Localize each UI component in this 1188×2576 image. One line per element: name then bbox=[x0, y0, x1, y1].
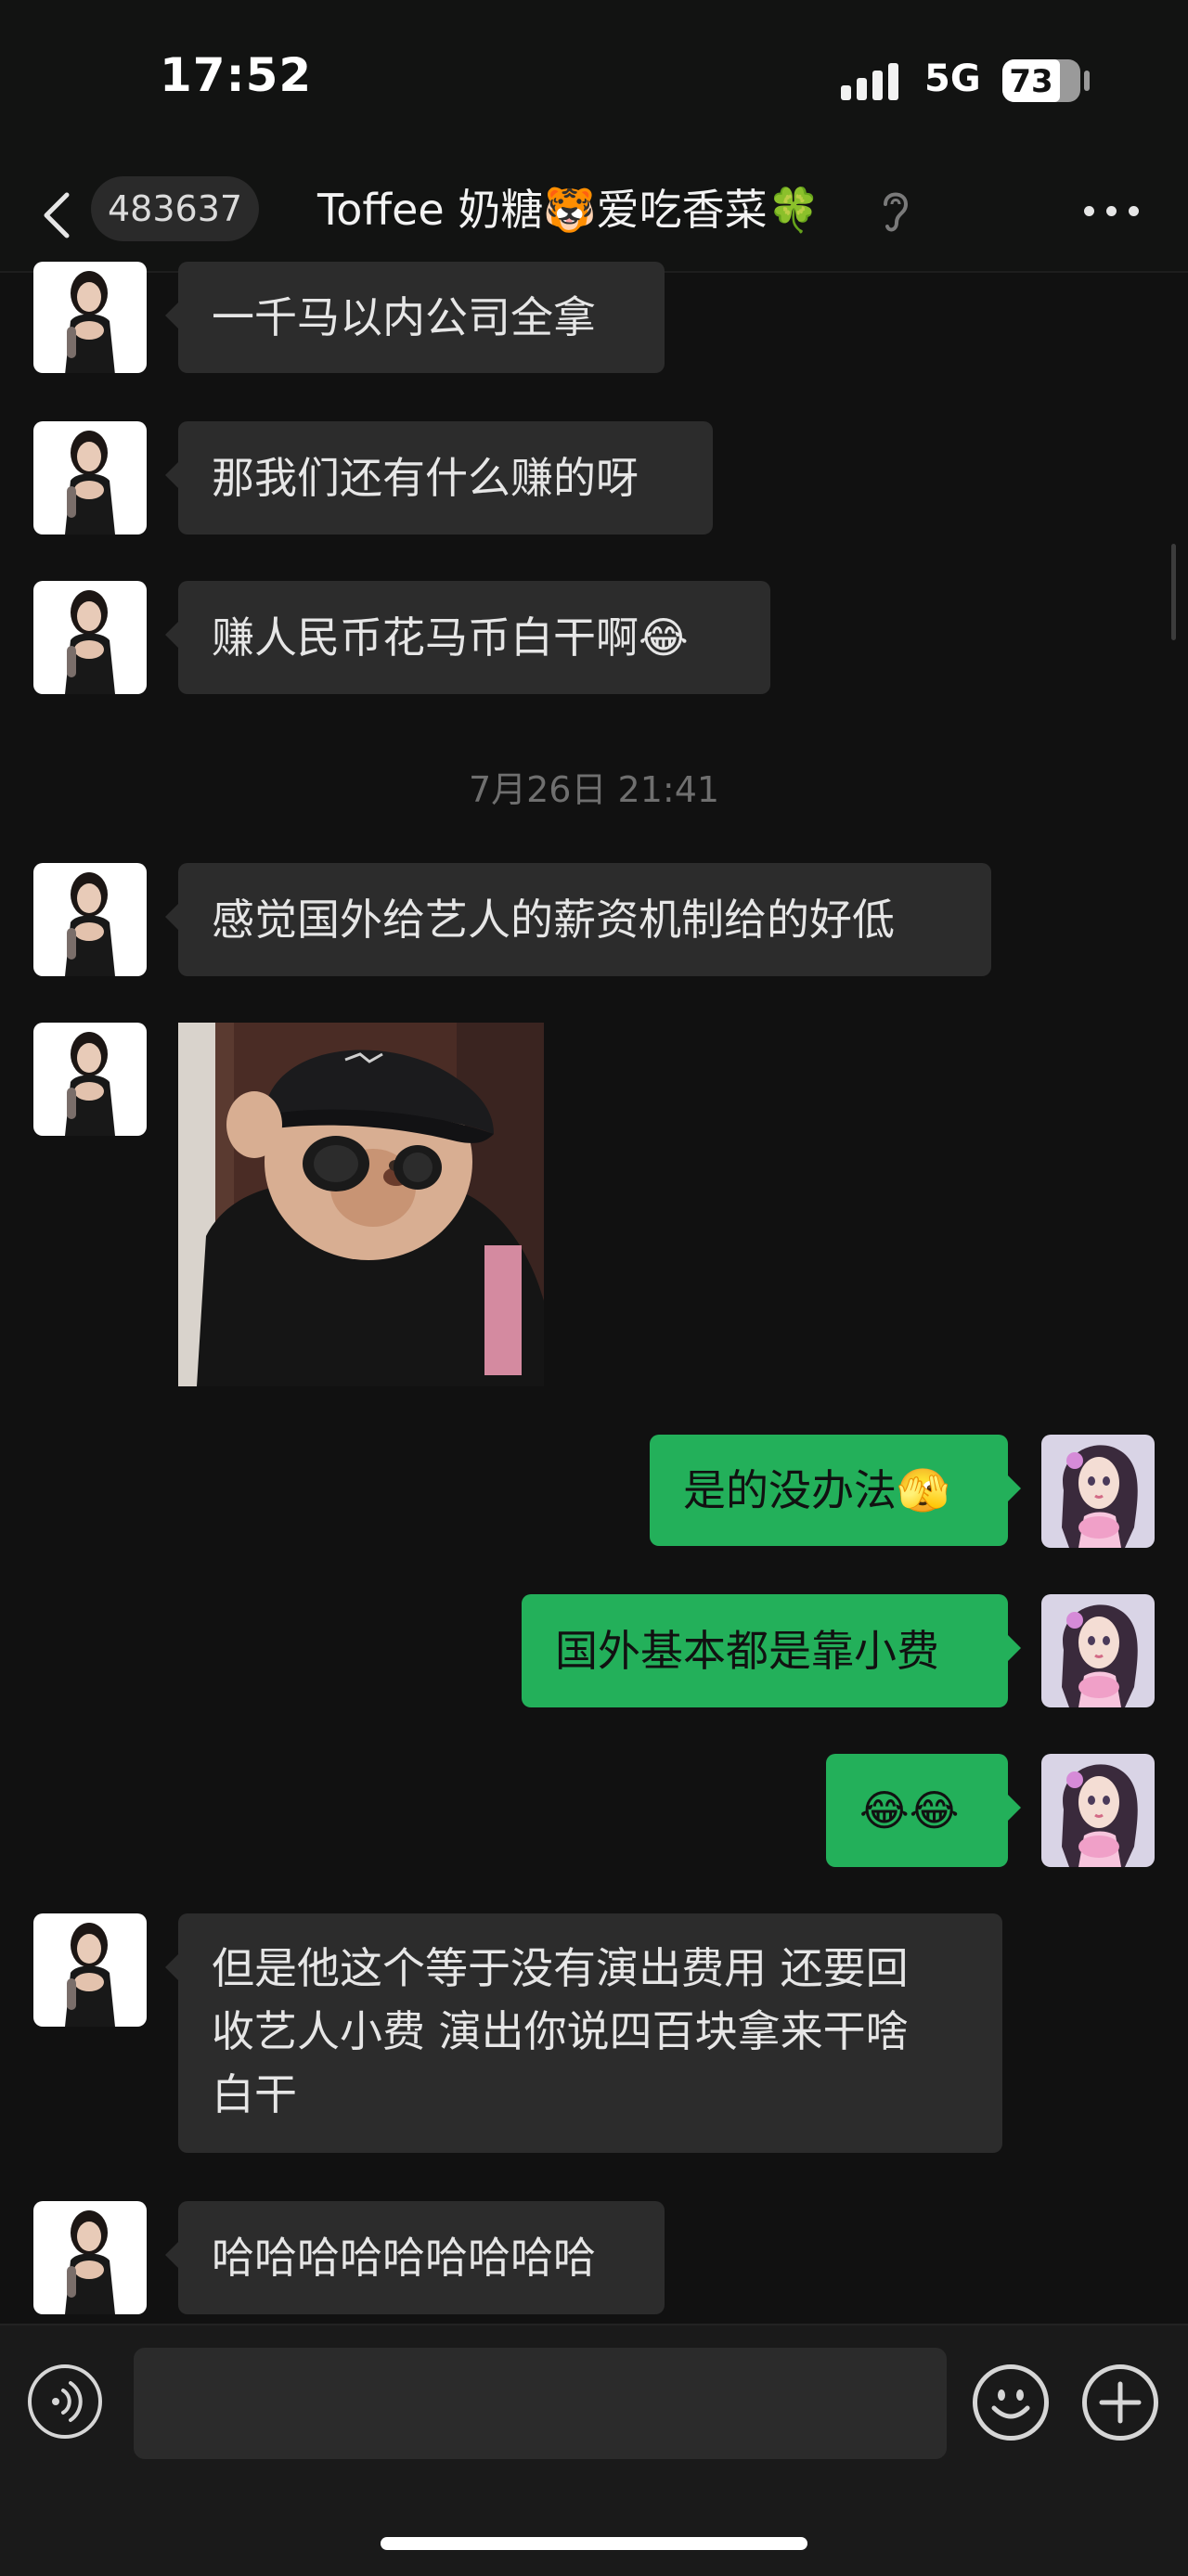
message-bubble-outgoing[interactable]: 国外基本都是靠小费 bbox=[522, 1594, 1021, 1707]
contact-avatar[interactable] bbox=[33, 1913, 147, 2027]
emoji-button[interactable] bbox=[973, 2364, 1049, 2441]
message-text: 一千马以内公司全拿 bbox=[212, 292, 596, 342]
my-avatar[interactable] bbox=[1041, 1754, 1155, 1867]
message-text: 赚人民币花马币白干啊😂 bbox=[212, 612, 689, 663]
contact-avatar[interactable] bbox=[33, 421, 147, 535]
plus-icon bbox=[1099, 2381, 1142, 2424]
message-bubble[interactable]: 哈哈哈哈哈哈哈哈哈 bbox=[165, 2201, 665, 2314]
voice-icon bbox=[52, 2381, 83, 2422]
chevron-left-icon bbox=[44, 192, 70, 238]
contact-avatar[interactable] bbox=[33, 262, 147, 373]
message-bubble[interactable]: 感觉国外给艺人的薪资机制给的好低 bbox=[165, 863, 991, 976]
message-text: 是的没办法🫣 bbox=[683, 1465, 950, 1515]
input-bar bbox=[0, 2324, 1188, 2576]
message-bubble-outgoing[interactable]: 😂😂 bbox=[826, 1754, 1021, 1867]
contact-avatar[interactable] bbox=[33, 863, 147, 976]
home-indicator[interactable] bbox=[381, 2537, 807, 2550]
message-bubble[interactable]: 那我们还有什么赚的呀 bbox=[165, 421, 713, 535]
my-avatar[interactable] bbox=[1041, 1594, 1155, 1707]
message-text: 哈哈哈哈哈哈哈哈哈 bbox=[212, 2233, 596, 2283]
unread-count-badge[interactable]: 483637 bbox=[91, 176, 260, 241]
contact-avatar[interactable] bbox=[33, 2201, 147, 2314]
chat-title: Toffee 奶糖🐯爱吃香菜🍀 bbox=[317, 185, 820, 235]
scroll-indicator[interactable] bbox=[1171, 544, 1176, 640]
chat-timestamp: 7月26日 21:41 bbox=[468, 769, 720, 810]
status-bar: 17:52 5G 73 bbox=[0, 0, 1188, 163]
contact-avatar[interactable] bbox=[33, 581, 147, 694]
contact-avatar[interactable] bbox=[33, 1023, 147, 1136]
battery-level: 73 bbox=[1009, 63, 1053, 100]
image-message[interactable] bbox=[178, 1023, 544, 1386]
message-bubble-outgoing[interactable]: 是的没办法🫣 bbox=[650, 1435, 1021, 1546]
cellular-signal-icon bbox=[841, 63, 906, 100]
battery-cap bbox=[1084, 71, 1090, 91]
chat-header: 483637 Toffee 奶糖🐯爱吃香菜🍀 bbox=[0, 163, 1188, 273]
network-type: 5G bbox=[924, 58, 981, 100]
message-text-line: 收艺人小费 演出你说四百块拿来干啥 bbox=[212, 2006, 909, 2056]
ear-icon bbox=[880, 186, 910, 236]
message-bubble[interactable]: 但是他这个等于没有演出费用 还要回 收艺人小费 演出你说四百块拿来干啥 白干 bbox=[165, 1913, 1002, 2153]
message-text: 国外基本都是靠小费 bbox=[555, 1626, 939, 1676]
sticker-image bbox=[178, 1023, 544, 1386]
message-bubble[interactable]: 赚人民币花马币白干啊😂 bbox=[165, 581, 770, 694]
more-actions-button[interactable] bbox=[1082, 2364, 1158, 2441]
more-horizontal-icon bbox=[1084, 206, 1094, 216]
more-button[interactable] bbox=[1080, 197, 1143, 225]
back-button[interactable] bbox=[35, 186, 82, 245]
status-time: 17:52 bbox=[160, 48, 313, 102]
message-text: 😂😂 bbox=[859, 1785, 960, 1835]
message-text: 那我们还有什么赚的呀 bbox=[212, 453, 639, 503]
message-text-line: 但是他这个等于没有演出费用 还要回 bbox=[212, 1943, 909, 1993]
voice-input-button[interactable] bbox=[28, 2364, 102, 2439]
message-text-line: 白干 bbox=[212, 2069, 297, 2119]
message-bubble[interactable]: 一千马以内公司全拿 bbox=[165, 262, 665, 373]
message-input[interactable] bbox=[134, 2348, 947, 2459]
my-avatar[interactable] bbox=[1041, 1435, 1155, 1548]
smiley-icon bbox=[991, 2389, 1030, 2419]
message-text: 感觉国外给艺人的薪资机制给的好低 bbox=[212, 895, 895, 945]
battery-icon: 73 bbox=[1002, 59, 1080, 102]
